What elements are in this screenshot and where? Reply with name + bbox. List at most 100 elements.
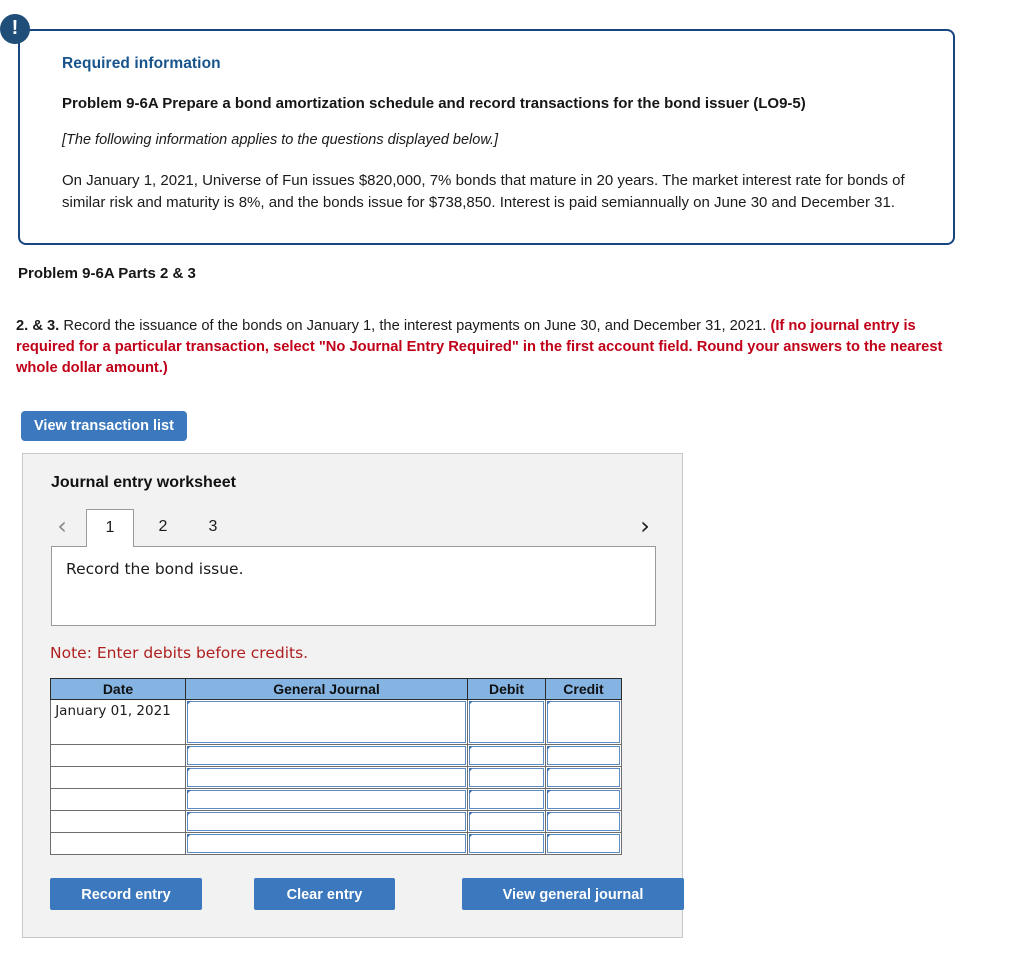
general-journal-field[interactable]: [187, 790, 466, 809]
dropdown-marker-icon: [187, 812, 191, 816]
table-row: [50, 810, 622, 833]
table-row: [50, 832, 622, 855]
debit-field[interactable]: [469, 834, 544, 853]
dropdown-marker-icon: [547, 834, 551, 838]
dropdown-marker-icon: [469, 701, 473, 705]
worksheet-title: Journal entry worksheet: [51, 474, 236, 491]
credit-input[interactable]: [545, 744, 622, 767]
credit-field[interactable]: [547, 812, 620, 831]
journal-entry-table: Date General Journal Debit Credit Januar…: [50, 678, 622, 855]
general-journal-input[interactable]: [185, 699, 468, 745]
general-journal-field[interactable]: [187, 812, 466, 831]
debit-field[interactable]: [469, 701, 544, 743]
general-journal-input[interactable]: [185, 744, 468, 767]
table-row: [50, 788, 622, 811]
required-information-callout: Required information Problem 9-6A Prepar…: [0, 14, 955, 245]
journal-entry-worksheet-panel: Journal entry worksheet ‹ 1 2 3 › Record…: [22, 453, 684, 938]
debits-before-credits-note: Note: Enter debits before credits.: [50, 644, 309, 662]
date-cell[interactable]: January 01, 2021: [50, 699, 186, 745]
instructions-lead: 2. & 3.: [16, 318, 60, 334]
dropdown-marker-icon: [187, 834, 191, 838]
dropdown-marker-icon: [187, 701, 191, 705]
general-journal-input[interactable]: [185, 810, 468, 833]
date-value: [51, 789, 185, 792]
credit-input[interactable]: [545, 788, 622, 811]
date-value: [51, 767, 185, 770]
tab-3[interactable]: 3: [201, 509, 225, 547]
date-value: [51, 745, 185, 748]
instructions-paragraph: 2. & 3. Record the issuance of the bonds…: [16, 316, 968, 379]
dropdown-marker-icon: [187, 768, 191, 772]
general-journal-input[interactable]: [185, 832, 468, 855]
dropdown-marker-icon: [547, 701, 551, 705]
date-cell[interactable]: [50, 810, 186, 833]
required-information-box: Required information Problem 9-6A Prepar…: [18, 29, 955, 245]
worksheet-footer: Record entry Clear entry View general jo…: [50, 878, 684, 910]
credit-input[interactable]: [545, 810, 622, 833]
date-cell[interactable]: [50, 766, 186, 789]
debit-input[interactable]: [467, 832, 546, 855]
dropdown-marker-icon: [547, 790, 551, 794]
date-value: January 01, 2021: [55, 703, 171, 719]
column-header-date: Date: [50, 678, 186, 700]
view-general-journal-button[interactable]: View general journal: [462, 878, 684, 910]
date-value: [51, 811, 185, 814]
chevron-right-icon[interactable]: ›: [634, 513, 656, 541]
date-cell[interactable]: [50, 832, 186, 855]
applies-note: [The following information applies to th…: [62, 132, 499, 148]
column-header-general-journal: General Journal: [185, 678, 468, 700]
debit-field[interactable]: [469, 746, 544, 765]
clear-entry-button[interactable]: Clear entry: [254, 878, 395, 910]
dropdown-marker-icon: [469, 746, 473, 750]
chevron-left-icon[interactable]: ‹: [51, 513, 73, 541]
general-journal-field[interactable]: [187, 701, 466, 743]
dropdown-marker-icon: [469, 812, 473, 816]
date-value: [51, 833, 185, 836]
page-title: Problem 9-6A Parts 2 & 3: [18, 265, 196, 282]
dropdown-marker-icon: [469, 834, 473, 838]
dropdown-marker-icon: [187, 790, 191, 794]
instructions-black-text: Record the issuance of the bonds on Janu…: [59, 318, 771, 334]
debit-input[interactable]: [467, 788, 546, 811]
debit-input[interactable]: [467, 699, 546, 745]
table-row: January 01, 2021: [50, 699, 622, 745]
dropdown-marker-icon: [469, 790, 473, 794]
debit-input[interactable]: [467, 766, 546, 789]
date-cell[interactable]: [50, 788, 186, 811]
debit-field[interactable]: [469, 790, 544, 809]
table-row: [50, 766, 622, 789]
credit-field[interactable]: [547, 790, 620, 809]
credit-input[interactable]: [545, 766, 622, 789]
general-journal-field[interactable]: [187, 768, 466, 787]
debit-field[interactable]: [469, 768, 544, 787]
table-row: [50, 744, 622, 767]
tab-1[interactable]: 1: [86, 509, 134, 547]
view-transaction-list-button[interactable]: View transaction list: [21, 411, 187, 441]
general-journal-input[interactable]: [185, 766, 468, 789]
problem-title: Problem 9-6A Prepare a bond amortization…: [62, 95, 806, 112]
debit-input[interactable]: [467, 810, 546, 833]
problem-body-text: On January 1, 2021, Universe of Fun issu…: [62, 172, 905, 212]
credit-input[interactable]: [545, 832, 622, 855]
dropdown-marker-icon: [469, 768, 473, 772]
general-journal-field[interactable]: [187, 746, 466, 765]
date-cell[interactable]: [50, 744, 186, 767]
credit-field[interactable]: [547, 746, 620, 765]
credit-field[interactable]: [547, 834, 620, 853]
debit-input[interactable]: [467, 744, 546, 767]
debit-field[interactable]: [469, 812, 544, 831]
dropdown-marker-icon: [547, 746, 551, 750]
dropdown-marker-icon: [187, 746, 191, 750]
credit-input[interactable]: [545, 699, 622, 745]
credit-field[interactable]: [547, 701, 620, 743]
table-header-row: Date General Journal Debit Credit: [50, 678, 622, 700]
dropdown-marker-icon: [547, 768, 551, 772]
dropdown-marker-icon: [547, 812, 551, 816]
record-entry-button[interactable]: Record entry: [50, 878, 202, 910]
general-journal-field[interactable]: [187, 834, 466, 853]
tab-2[interactable]: 2: [151, 509, 175, 547]
transaction-description-text: Record the bond issue.: [66, 560, 244, 578]
credit-field[interactable]: [547, 768, 620, 787]
transaction-description-panel: Record the bond issue.: [51, 546, 656, 626]
general-journal-input[interactable]: [185, 788, 468, 811]
